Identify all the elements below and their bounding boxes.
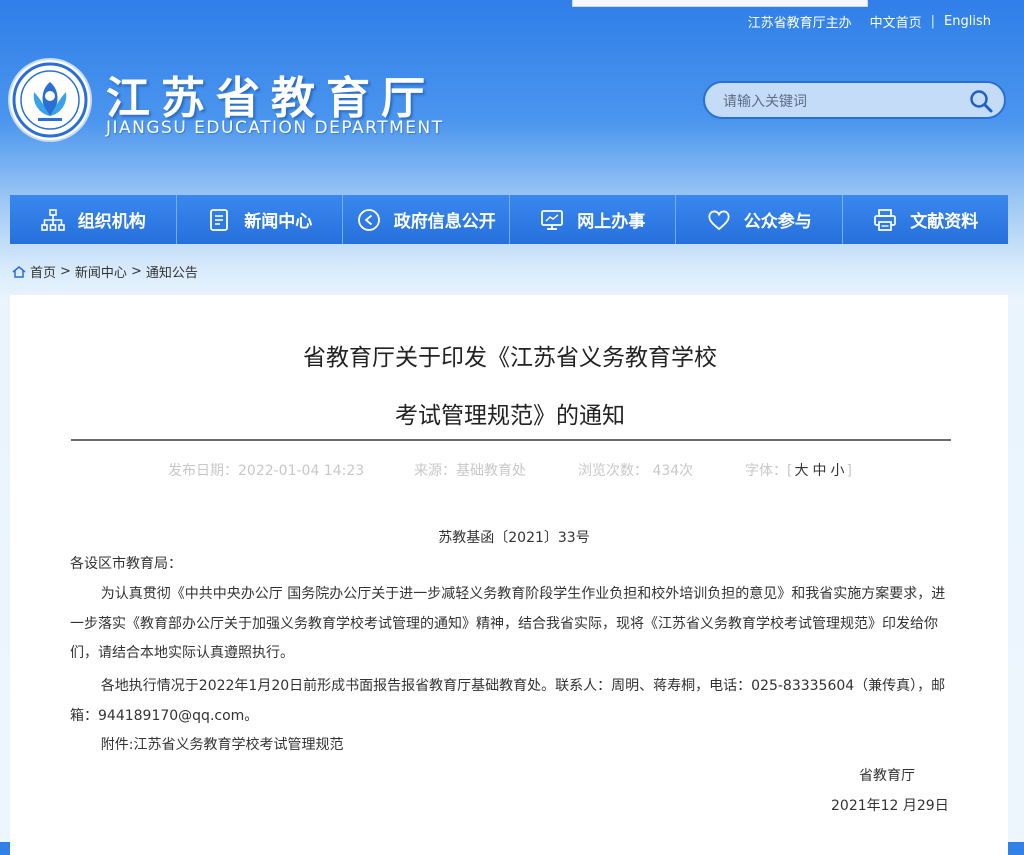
signer: 省教育厅: [859, 768, 915, 784]
salutation: 各设区市教育局：: [70, 556, 182, 572]
article-title-line2: 考试管理规范》的通知: [395, 403, 625, 429]
publish-date-label: 发布日期：: [168, 463, 238, 479]
view-count-value: 434次: [652, 463, 694, 479]
emblem-icon: [12, 62, 88, 138]
breadcrumb: 首页 > 新闻中心 > 通知公告: [12, 262, 198, 281]
breadcrumb-separator: >: [60, 264, 71, 279]
article-title-line1: 省教育厅关于印发《江苏省义务教育学校: [303, 345, 717, 371]
chinese-home-link[interactable]: 中文首页: [861, 12, 931, 31]
font-size-control: 字体：[大中小]: [745, 463, 852, 479]
printer-icon: [874, 208, 897, 231]
browser-tab-strip: [572, 0, 868, 7]
source: 来源：基础教育处: [414, 460, 526, 480]
source-value: 基础教育处: [456, 463, 526, 479]
english-link[interactable]: English: [935, 14, 1000, 29]
source-label: 来源：: [414, 463, 456, 479]
nav-online-services[interactable]: 网上办事: [509, 195, 676, 244]
document-icon: [210, 208, 229, 231]
top-links: 江苏省教育厅主办 中文首页 | English: [739, 12, 1000, 31]
font-small-button[interactable]: 小: [830, 463, 844, 479]
nav-public-participation[interactable]: 公众参与: [676, 195, 843, 244]
view-count-label: 浏览次数：: [578, 463, 648, 479]
attachment-link[interactable]: 附件:江苏省义务教育学校考试管理规范: [70, 731, 950, 761]
home-icon: [12, 265, 26, 278]
site-subtitle: JIANGSU EDUCATION DEPARTMENT: [106, 118, 444, 138]
nav-label: 公众参与: [743, 212, 812, 232]
breadcrumb-home[interactable]: 首页: [30, 262, 56, 281]
nav-documents[interactable]: 文献资料: [842, 195, 1008, 244]
sponsor-link[interactable]: 江苏省教育厅主办: [739, 12, 861, 31]
monitor-icon: [541, 209, 564, 230]
search-icon[interactable]: [968, 88, 994, 114]
nav-label: 文献资料: [910, 212, 979, 232]
title-divider: [71, 439, 951, 441]
nav-gov-info[interactable]: 政府信息公开: [343, 195, 510, 244]
publish-date: 发布日期：2022-01-04 14:23: [168, 460, 364, 480]
nav-label: 组织机构: [77, 212, 146, 232]
breadcrumb-news[interactable]: 新闻中心: [75, 262, 127, 281]
nav-label: 政府信息公开: [393, 212, 496, 232]
document-number: 苏教基函〔2021〕33号: [438, 530, 590, 546]
paragraph-1: 为认真贯彻《中共中央办公厅 国务院办公厅关于进一步减轻义务教育阶段学生作业负担和…: [70, 586, 946, 661]
publish-date-value: 2022-01-04 14:23: [238, 463, 365, 479]
heart-icon: [708, 210, 730, 230]
sign-date: 2021年12 月29日: [831, 798, 949, 814]
main-nav: 组织机构 新闻中心 政府信息公开 网上办事 公众参与 文献资料: [10, 195, 1008, 244]
font-size-label: 字体：: [745, 463, 787, 479]
play-circle-icon: [357, 208, 380, 231]
search-input[interactable]: [721, 91, 965, 113]
nav-organization[interactable]: 组织机构: [10, 195, 177, 244]
paragraph-2: 各地执行情况于2022年1月20日前形成书面报告报省教育厅基础教育处。联系人：周…: [70, 678, 946, 724]
font-large-button[interactable]: 大: [794, 463, 808, 479]
font-medium-button[interactable]: 中: [812, 463, 826, 479]
breadcrumb-separator: >: [130, 264, 142, 279]
site-title: 江苏省教育厅: [106, 73, 436, 124]
org-chart-icon: [40, 208, 65, 231]
breadcrumb-notices[interactable]: 通知公告: [146, 262, 198, 281]
department-logo[interactable]: [10, 60, 90, 140]
nav-label: 新闻中心: [244, 212, 313, 232]
nav-news[interactable]: 新闻中心: [176, 195, 343, 244]
search-box: [703, 81, 1006, 119]
nav-label: 网上办事: [577, 212, 646, 232]
view-count: 浏览次数： 434次: [578, 460, 693, 480]
